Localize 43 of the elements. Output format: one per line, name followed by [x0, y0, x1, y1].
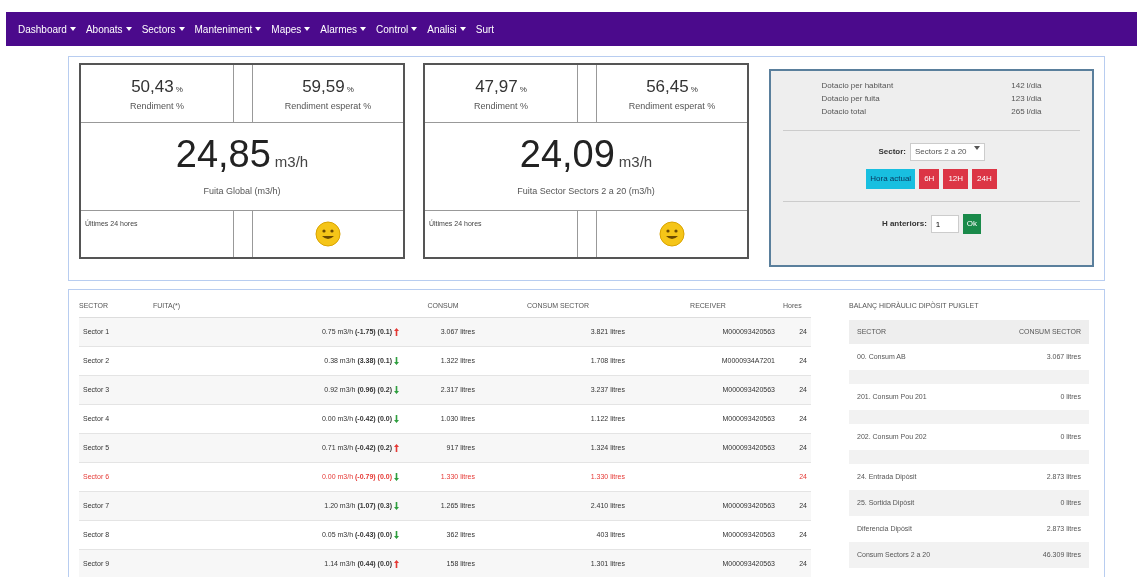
current-hour-button[interactable]: Hora actual [866, 169, 916, 189]
expected-label: Rendiment esperat % [284, 99, 372, 113]
expected-value: 59,59 [302, 76, 345, 98]
leak-unit: m3/h [618, 151, 653, 172]
percent-unit: % [346, 84, 354, 96]
nav-menu-item[interactable]: Control [376, 21, 418, 37]
leak-value: 24,85 [175, 134, 271, 173]
nav-menu-item[interactable]: Mapes [271, 21, 311, 37]
stat-label: Dotacio per habitant [821, 80, 894, 92]
stat-value: 142 l/dia [1011, 80, 1042, 92]
leak-caption: Fuita Sector Sectors 2 a 20 (m3/h) [517, 185, 655, 198]
caret-icon [973, 146, 980, 150]
stat-label: Dotacio total [821, 106, 866, 118]
percent-unit: % [690, 84, 698, 96]
previous-hours-label: H anteriors: [881, 218, 927, 230]
nav-menu-item[interactable]: Abonats [85, 21, 132, 37]
rendiment-label: Rendiment % [130, 99, 184, 113]
stat-label: Dotacio per fuita [821, 93, 880, 105]
range-button[interactable]: 12H [943, 169, 969, 189]
nav-menu-item[interactable]: Surt [475, 21, 495, 37]
expected-value: 56,45 [646, 76, 689, 98]
stat-value: 123 l/dia [1011, 93, 1042, 105]
sector-select[interactable]: Sectors 2 a 20 [910, 143, 985, 161]
leak-value: 24,09 [519, 134, 615, 173]
previous-hours-field[interactable]: 1 [930, 215, 959, 233]
expected-label: Rendiment esperat % [628, 99, 716, 113]
rendiment-label: Rendiment % [474, 99, 528, 113]
rendiment-value: 47,97 [475, 76, 518, 98]
leak-unit: m3/h [274, 151, 309, 172]
nav-menu-item[interactable]: Dashboard [18, 21, 76, 37]
sector-label: Sector: [878, 146, 906, 158]
percent-unit: % [519, 84, 527, 96]
nav-menu-item[interactable]: Manteniment [194, 21, 262, 37]
rendiment-value: 50,43 [131, 76, 174, 98]
range-button[interactable]: 6H [919, 169, 940, 189]
nav-menu-item[interactable]: Alarmes [320, 21, 367, 37]
percent-unit: % [175, 84, 183, 96]
leak-caption: Fuita Global (m3/h) [203, 185, 281, 198]
nav-menu-item[interactable]: Analisi [427, 21, 466, 37]
ok-button[interactable]: Ok [962, 214, 982, 234]
range-button[interactable]: 24H [972, 169, 997, 189]
nav-menu-item[interactable]: Sectors [141, 21, 185, 37]
stat-value: 265 l/dia [1011, 106, 1042, 118]
